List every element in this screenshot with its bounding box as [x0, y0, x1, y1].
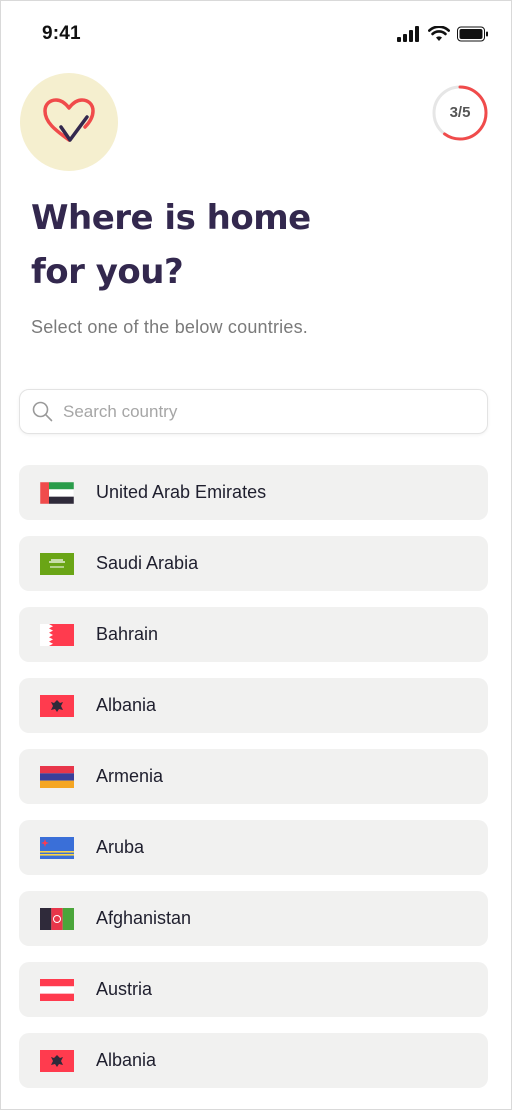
- title-line-2: for you?: [31, 252, 184, 292]
- afghanistan-flag-icon: [40, 907, 74, 930]
- armenia-flag-icon: [40, 765, 74, 788]
- country-name: Aruba: [96, 837, 145, 857]
- albania-flag-icon: [40, 694, 74, 717]
- battery-icon: [457, 26, 488, 42]
- country-item-bahrain[interactable]: Bahrain: [19, 607, 488, 662]
- country-item-united-arab-emirates[interactable]: United Arab Emirates: [19, 465, 488, 520]
- status-bar: 9:41: [1, 1, 512, 63]
- country-name: Austria: [96, 979, 153, 999]
- bahrain-flag-icon: [40, 623, 74, 646]
- country-item-saudi-arabia[interactable]: Saudi Arabia: [19, 536, 488, 591]
- uae-flag-icon: [40, 481, 74, 504]
- step-counter: 3/5: [449, 104, 471, 121]
- country-name: United Arab Emirates: [96, 482, 267, 502]
- aruba-flag-icon: [40, 836, 74, 859]
- country-name: Albania: [96, 695, 157, 715]
- country-name: Armenia: [96, 766, 164, 786]
- screen: 9:41 3/5 Where is home for you? Select o…: [0, 0, 512, 1110]
- country-item-armenia[interactable]: Armenia: [19, 749, 488, 804]
- title-line-1: Where is home: [31, 198, 311, 238]
- country-item-austria[interactable]: Austria: [19, 962, 488, 1017]
- status-time: 9:41: [42, 23, 81, 44]
- signal-icon: [397, 26, 419, 42]
- country-item-albania[interactable]: Albania: [19, 678, 488, 733]
- search-input[interactable]: [63, 401, 463, 422]
- page-subtitle: Select one of the below countries.: [31, 317, 308, 337]
- country-item-aruba[interactable]: Aruba: [19, 820, 488, 875]
- status-icons: [397, 24, 489, 44]
- logo-badge: [20, 73, 118, 171]
- austria-flag-icon: [40, 978, 74, 1001]
- saudi-arabia-flag-icon: [40, 552, 74, 575]
- country-name: Albania: [96, 1050, 157, 1070]
- step-progress-ring: 3/5: [431, 84, 489, 142]
- albania-flag-icon: [40, 1049, 74, 1072]
- page-title: Where is home for you?: [31, 191, 471, 299]
- country-list: United Arab Emirates Saudi Arabia Bahrai…: [19, 465, 488, 1104]
- country-name: Bahrain: [96, 624, 159, 644]
- heart-check-icon: [43, 98, 95, 142]
- country-item-afghanistan[interactable]: Afghanistan: [19, 891, 488, 946]
- search-icon: [32, 401, 53, 422]
- search-box[interactable]: [19, 389, 488, 434]
- country-item-albania[interactable]: Albania: [19, 1033, 488, 1088]
- country-name: Saudi Arabia: [96, 553, 199, 573]
- wifi-icon: [428, 26, 450, 41]
- country-name: Afghanistan: [96, 908, 192, 928]
